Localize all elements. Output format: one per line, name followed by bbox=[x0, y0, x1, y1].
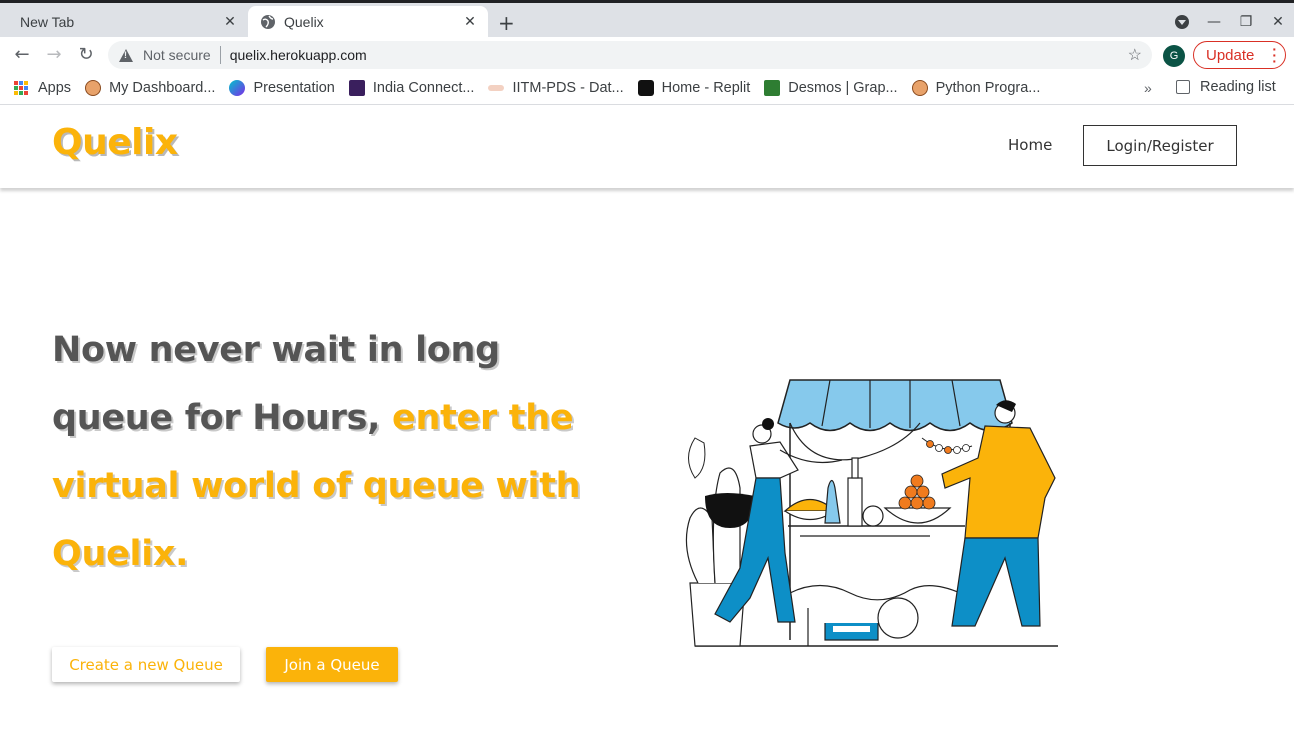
bookmark-python[interactable]: Python Progra... bbox=[911, 80, 1041, 96]
address-bar[interactable]: Not secure quelix.herokuapp.com ☆ bbox=[108, 41, 1152, 69]
apps-grid-icon bbox=[14, 81, 28, 95]
close-icon[interactable]: ✕ bbox=[458, 13, 482, 30]
tab-quelix[interactable]: Quelix ✕ bbox=[248, 6, 488, 37]
tab-strip: New Tab ✕ Quelix ✕ + — ❐ ✕ bbox=[0, 3, 1294, 37]
forward-icon[interactable]: → bbox=[38, 44, 70, 65]
join-queue-button[interactable]: Join a Queue bbox=[266, 647, 398, 682]
browser-toolbar: ← → ↻ Not secure quelix.herokuapp.com ☆ … bbox=[0, 37, 1294, 72]
bookmark-label: Presentation bbox=[253, 80, 335, 96]
bookmark-label: India Connect... bbox=[372, 80, 475, 96]
iitm-icon bbox=[488, 85, 505, 91]
bookmark-apps[interactable]: Apps bbox=[14, 80, 71, 96]
bookmark-label: IITM-PDS - Dat... bbox=[512, 80, 624, 96]
hero-headline: Now never wait in long queue for Hours, … bbox=[52, 316, 612, 588]
reading-list-label: Reading list bbox=[1200, 79, 1276, 95]
ntu-icon bbox=[348, 80, 365, 96]
reload-icon[interactable]: ↻ bbox=[70, 44, 102, 65]
bookmark-label: Home - Replit bbox=[661, 80, 751, 96]
site-logo[interactable]: Quelix bbox=[52, 122, 178, 163]
update-label: Update bbox=[1206, 46, 1255, 64]
reading-list-icon bbox=[1176, 80, 1190, 94]
bookmark-label: Apps bbox=[38, 80, 72, 96]
divider bbox=[219, 46, 221, 64]
more-vert-icon: · · · bbox=[1272, 41, 1277, 69]
avatar-icon bbox=[85, 80, 102, 96]
create-queue-button[interactable]: Create a new Queue bbox=[52, 647, 240, 682]
bookmark-presentation[interactable]: Presentation bbox=[229, 80, 335, 96]
globe-icon bbox=[261, 14, 275, 29]
hero-section: Now never wait in long queue for Hours, … bbox=[0, 188, 1294, 743]
update-button[interactable]: Update · · · bbox=[1193, 41, 1286, 69]
bookmark-replit[interactable]: Home - Replit bbox=[637, 80, 751, 96]
reading-list-button[interactable]: Reading list bbox=[1176, 79, 1276, 95]
bookmark-label: Python Progra... bbox=[935, 80, 1041, 96]
avatar-icon bbox=[911, 80, 928, 96]
star-icon[interactable]: ☆ bbox=[1128, 45, 1142, 65]
profile-avatar[interactable]: G bbox=[1163, 45, 1185, 67]
bookmarks-bar: Apps My Dashboard... Presentation India … bbox=[0, 72, 1294, 105]
desmos-icon bbox=[764, 80, 781, 96]
tab-new-tab[interactable]: New Tab ✕ bbox=[0, 6, 248, 37]
bookmark-iitm-pds[interactable]: IITM-PDS - Dat... bbox=[488, 80, 624, 96]
bookmark-label: My Dashboard... bbox=[109, 80, 216, 96]
window-close-icon[interactable]: ✕ bbox=[1262, 14, 1294, 30]
canva-icon bbox=[229, 80, 246, 96]
chevron-right-icon[interactable]: » bbox=[1144, 80, 1152, 96]
nav-home-link[interactable]: Home bbox=[1008, 136, 1052, 154]
security-label[interactable]: Not secure bbox=[143, 47, 211, 63]
login-register-button[interactable]: Login/Register bbox=[1083, 125, 1237, 166]
tab-title: Quelix bbox=[284, 13, 324, 30]
bookmark-india-connect[interactable]: India Connect... bbox=[348, 80, 475, 96]
warning-icon[interactable] bbox=[119, 48, 133, 62]
new-tab-icon[interactable]: + bbox=[498, 11, 515, 35]
market-stall-illustration bbox=[685, 379, 1058, 647]
restore-icon[interactable]: ❐ bbox=[1230, 14, 1262, 30]
window-controls: — ❐ ✕ bbox=[1166, 6, 1294, 37]
site-navbar: Quelix Home Login/Register bbox=[0, 105, 1294, 188]
bookmark-label: Desmos | Grap... bbox=[788, 80, 898, 96]
tab-title: New Tab bbox=[20, 13, 75, 30]
replit-icon bbox=[637, 80, 654, 96]
minimize-icon[interactable]: — bbox=[1198, 14, 1230, 30]
tab-search-icon[interactable] bbox=[1175, 14, 1189, 29]
url-text[interactable]: quelix.herokuapp.com bbox=[230, 47, 367, 63]
bookmark-dashboard[interactable]: My Dashboard... bbox=[85, 80, 215, 96]
back-icon[interactable]: ← bbox=[6, 44, 38, 65]
bookmark-desmos[interactable]: Desmos | Grap... bbox=[764, 80, 898, 96]
close-icon[interactable]: ✕ bbox=[218, 13, 242, 30]
